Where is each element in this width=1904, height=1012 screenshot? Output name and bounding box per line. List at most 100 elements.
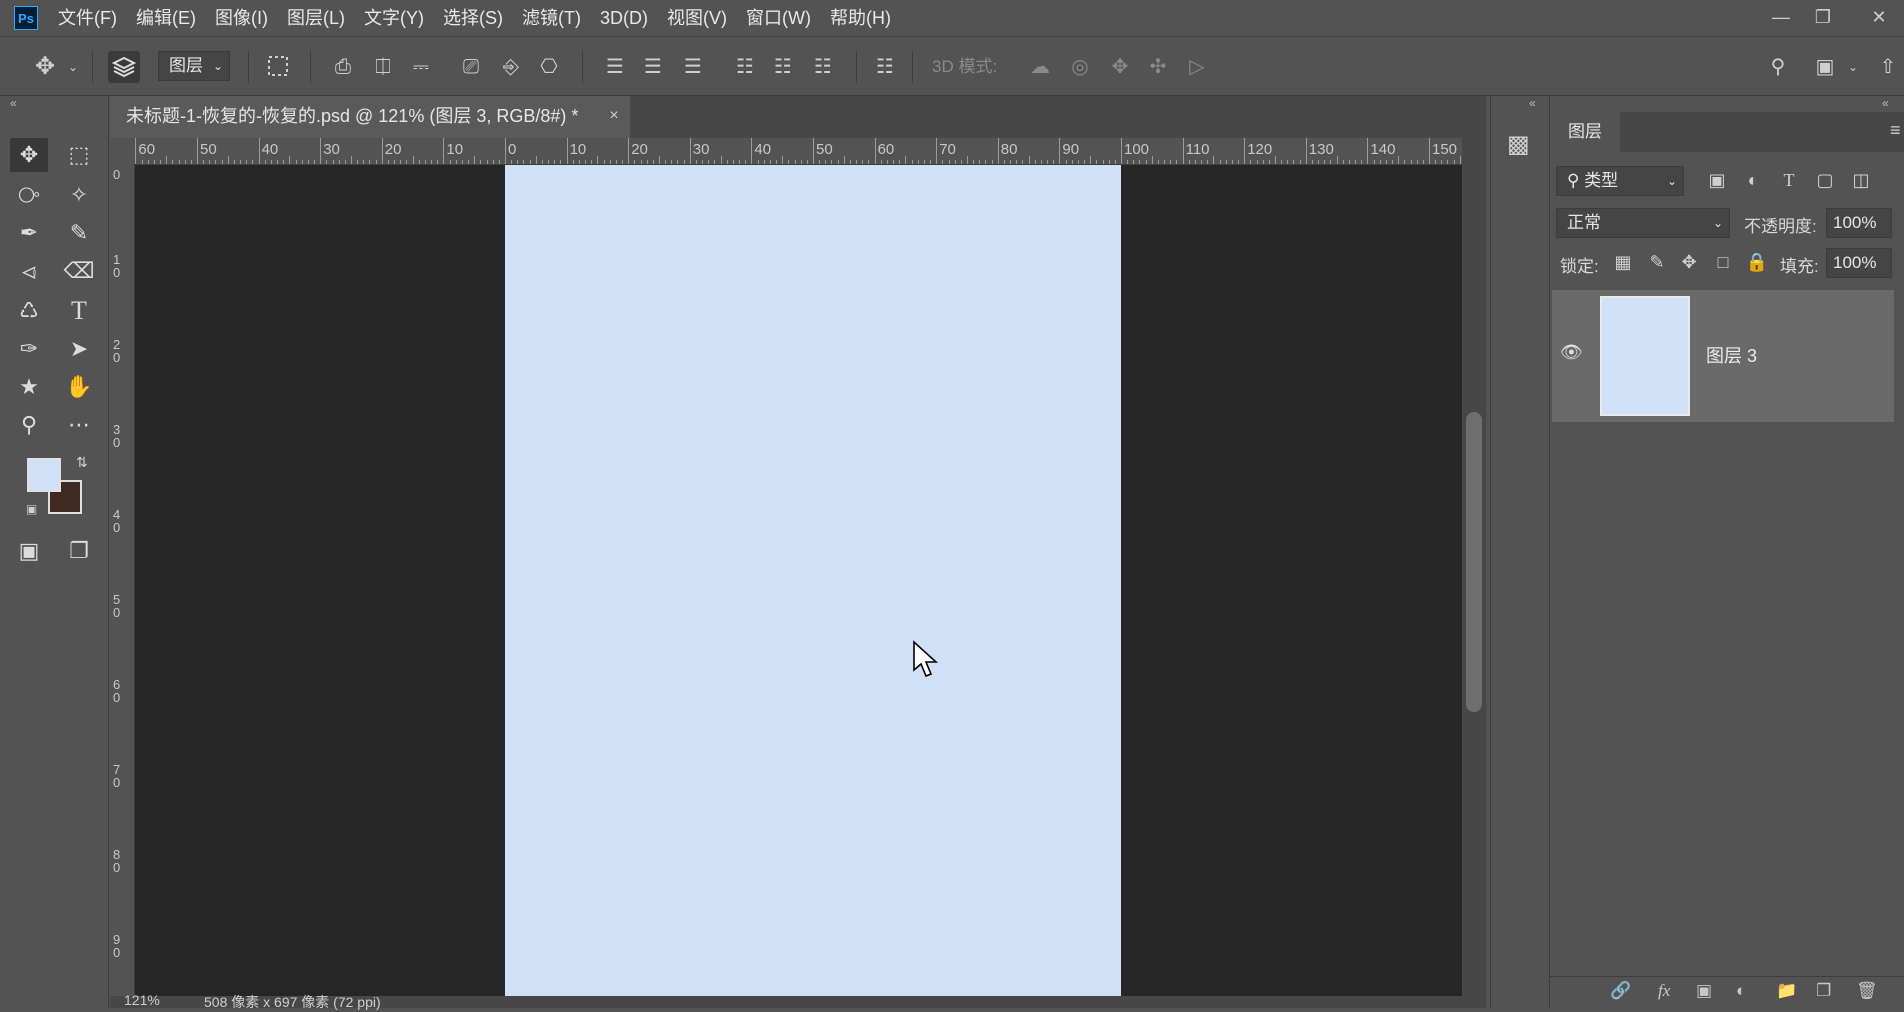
- share-icon[interactable]: ⇧: [1874, 53, 1902, 81]
- align-vcenter-icon[interactable]: ⎅: [370, 53, 396, 81]
- new-group-icon[interactable]: 📁: [1776, 981, 1797, 1001]
- distribute-hcenter-icon[interactable]: ☷: [770, 53, 796, 81]
- workspace-icon[interactable]: ▣: [1810, 53, 1840, 81]
- align-left-icon[interactable]: ⎚: [458, 53, 484, 81]
- move-tool-preset-icon[interactable]: ✥: [30, 53, 60, 81]
- menu-window[interactable]: 窗口(W): [746, 0, 811, 36]
- layers-stack-icon[interactable]: [108, 51, 140, 83]
- path-select-icon[interactable]: ➤: [60, 332, 98, 366]
- menu-edit[interactable]: 编辑(E): [136, 0, 196, 36]
- visibility-eye-icon[interactable]: 👁: [1560, 342, 1583, 363]
- image-filter-icon[interactable]: ▣: [1704, 170, 1730, 191]
- shape-filter-icon[interactable]: ▢: [1812, 170, 1838, 191]
- magic-wand-icon[interactable]: ✧: [60, 178, 98, 212]
- distribute-spacing-icon[interactable]: ☷: [872, 53, 898, 81]
- quick-mask-icon[interactable]: ▣: [10, 534, 48, 568]
- lock-all-icon[interactable]: 🔒: [1744, 252, 1770, 273]
- link-layers-icon[interactable]: 🔗: [1610, 981, 1631, 1001]
- menu-select[interactable]: 选择(S): [443, 0, 503, 36]
- layer-name[interactable]: 图层 3: [1706, 342, 1757, 368]
- minimize-icon[interactable]: —: [1764, 2, 1798, 34]
- stamp-icon[interactable]: ⏿: [10, 254, 48, 288]
- lock-transparent-icon[interactable]: ▦: [1610, 252, 1636, 273]
- menu-layer[interactable]: 图层(L): [287, 0, 345, 36]
- type-filter-icon[interactable]: T: [1776, 170, 1802, 191]
- distribute-bottom-icon[interactable]: ☰: [680, 53, 706, 81]
- align-top-icon[interactable]: ⎙: [330, 53, 356, 81]
- scrollbar-thumb[interactable]: [1466, 412, 1482, 712]
- ruler-tick: [486, 160, 488, 164]
- pan-3d-icon[interactable]: ✥: [1106, 53, 1134, 81]
- add-mask-icon[interactable]: ▣: [1696, 981, 1712, 1001]
- collapse-icon[interactable]: «: [10, 96, 17, 110]
- eraser-icon[interactable]: ⌫: [60, 254, 98, 288]
- more-icon[interactable]: ⋯: [60, 408, 98, 442]
- search-icon[interactable]: ⚲: [1764, 53, 1792, 81]
- new-layer-icon[interactable]: ❐: [1816, 981, 1831, 1001]
- orbit-3d-icon[interactable]: ☁: [1026, 53, 1054, 81]
- ruler-vertical[interactable]: 0 1 0 2 0 3 0 4 0 5 0 6 0 7 0 8 0 9 0: [110, 164, 135, 996]
- menu-view[interactable]: 视图(V): [667, 0, 727, 36]
- delete-layer-icon[interactable]: 🗑: [1856, 981, 1878, 1001]
- video-camera-icon[interactable]: ▷: [1182, 53, 1212, 81]
- adjustment-layer-icon[interactable]: ◐: [1736, 981, 1746, 1001]
- screen-mode-icon[interactable]: ❐: [60, 534, 98, 568]
- menu-3d[interactable]: 3D(D): [600, 0, 648, 36]
- document-tab[interactable]: 未标题-1-恢复的-恢复的.psd @ 121% (图层 3, RGB/8#) …: [110, 96, 630, 138]
- collapse-icon[interactable]: «: [1529, 96, 1536, 110]
- menu-image[interactable]: 图像(I): [215, 0, 268, 36]
- move-icon[interactable]: ✥: [10, 138, 48, 172]
- align-hcenter-icon[interactable]: ⎆: [498, 53, 524, 81]
- swap-colors-icon[interactable]: ⇅: [76, 454, 88, 471]
- adjustment-filter-icon[interactable]: ◐: [1740, 170, 1766, 191]
- align-right-icon[interactable]: ⎔: [536, 53, 562, 81]
- lock-pixels-icon[interactable]: ✎: [1644, 252, 1670, 273]
- document-canvas[interactable]: [505, 165, 1121, 996]
- smart-object-filter-icon[interactable]: ◫: [1848, 170, 1874, 191]
- properties-icon[interactable]: ▩: [1507, 130, 1530, 159]
- transform-controls-icon[interactable]: [264, 53, 292, 81]
- slide-3d-icon[interactable]: ✣: [1144, 53, 1172, 81]
- close-tab-icon[interactable]: ×: [604, 96, 624, 138]
- distribute-vcenter-icon[interactable]: ☰: [640, 53, 666, 81]
- tab-layers[interactable]: 图层: [1550, 112, 1620, 152]
- layer-thumbnail[interactable]: [1600, 296, 1690, 416]
- zoom-level[interactable]: 121%: [124, 992, 160, 1008]
- panel-menu-icon[interactable]: ≡: [1890, 120, 1901, 141]
- rect-marquee-icon[interactable]: ⬚: [60, 138, 98, 172]
- distribute-right-icon[interactable]: ☷: [810, 53, 836, 81]
- lock-position-icon[interactable]: ✥: [1676, 252, 1702, 273]
- distribute-top-icon[interactable]: ☰: [602, 53, 628, 81]
- align-bottom-icon[interactable]: ⎓: [408, 53, 434, 81]
- menu-file[interactable]: 文件(F): [58, 0, 117, 36]
- hand-icon[interactable]: ✋: [60, 370, 98, 404]
- shape-icon[interactable]: ★: [10, 370, 48, 404]
- opacity-input[interactable]: 100%: [1826, 208, 1892, 238]
- restore-icon[interactable]: ❐: [1806, 2, 1840, 34]
- type-icon[interactable]: T: [60, 294, 98, 328]
- auto-select-dropdown[interactable]: 图层 ⌄: [158, 51, 230, 81]
- roll-3d-icon[interactable]: ◎: [1066, 53, 1094, 81]
- distribute-left-icon[interactable]: ☷: [732, 53, 758, 81]
- eyedropper-icon[interactable]: ✒: [10, 216, 48, 250]
- blend-mode-dropdown[interactable]: 正常 ⌄: [1556, 208, 1730, 238]
- brush-icon[interactable]: ✎: [60, 216, 98, 250]
- fill-input[interactable]: 100%: [1826, 248, 1892, 278]
- collapse-icon[interactable]: «: [1882, 96, 1889, 110]
- pen-icon[interactable]: ✑: [10, 332, 48, 366]
- zoom-icon[interactable]: ⚲: [10, 408, 48, 442]
- foreground-color-swatch[interactable]: [27, 458, 61, 492]
- lock-artboard-icon[interactable]: □: [1710, 252, 1736, 273]
- lasso-icon[interactable]: ⧂: [10, 178, 48, 212]
- layer-filter-dropdown[interactable]: ⚲ 类型 ⌄: [1556, 166, 1684, 196]
- menu-help[interactable]: 帮助(H): [830, 0, 891, 36]
- paint-bucket-icon[interactable]: ♺: [10, 294, 48, 328]
- chevron-down-icon[interactable]: ⌄: [1846, 53, 1860, 81]
- close-window-icon[interactable]: ✕: [1862, 2, 1896, 34]
- default-colors-icon[interactable]: ▣: [26, 502, 37, 516]
- ruler-horizontal[interactable]: 60 50 40 30 20 10 0 10 20 30 40 50 60 70 80 90 100 110 120…: [134, 138, 1462, 165]
- menu-type[interactable]: 文字(Y): [364, 0, 424, 36]
- chevron-down-icon[interactable]: ⌄: [66, 53, 80, 81]
- fx-icon[interactable]: fx: [1658, 981, 1670, 1001]
- menu-filter[interactable]: 滤镜(T): [522, 0, 581, 36]
